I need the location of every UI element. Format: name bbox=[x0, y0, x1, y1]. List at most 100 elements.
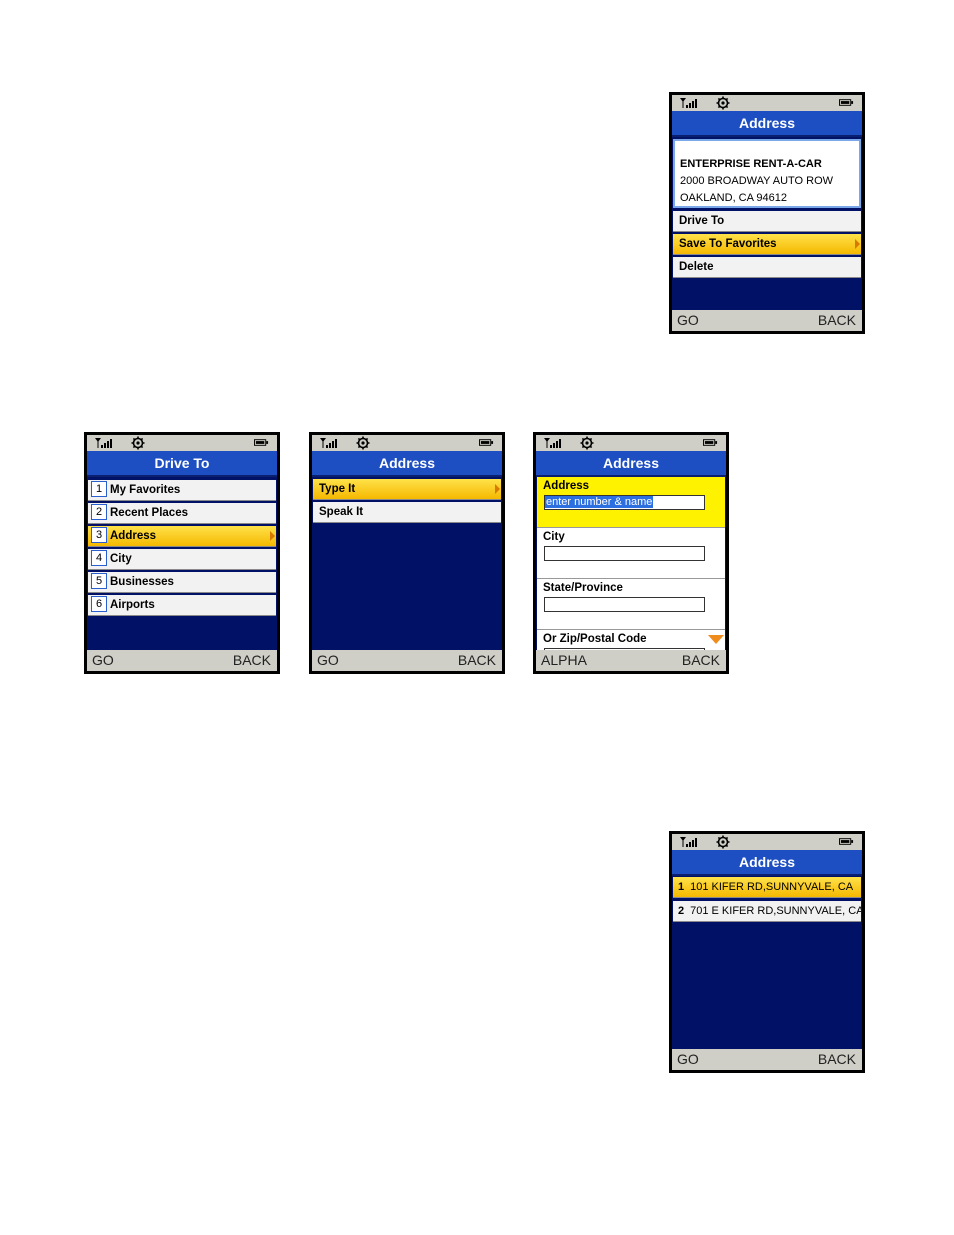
menu-item-speak-it[interactable]: Speak It bbox=[313, 502, 501, 523]
field-label: Address bbox=[543, 480, 590, 492]
scroll-down-icon[interactable] bbox=[708, 635, 724, 644]
screen-title: Address bbox=[672, 111, 862, 137]
address-field-group: Address enter number & name bbox=[537, 477, 725, 528]
softkey-bar: GO BACK bbox=[672, 1049, 862, 1070]
menu-item-label: My Favorites bbox=[110, 484, 181, 496]
battery-icon bbox=[839, 838, 854, 845]
back-softkey[interactable]: BACK bbox=[458, 652, 496, 668]
item-number: 4 bbox=[91, 549, 107, 566]
screen-body: Type It Speak It bbox=[312, 477, 502, 650]
back-softkey[interactable]: BACK bbox=[233, 652, 271, 668]
item-number: 5 bbox=[91, 572, 107, 589]
menu-item-label: City bbox=[110, 553, 132, 565]
battery-icon bbox=[839, 99, 854, 106]
address-line: OAKLAND, CA 94612 bbox=[680, 192, 788, 204]
battery-icon bbox=[254, 439, 269, 446]
menu-item-label: Type It bbox=[319, 483, 356, 495]
go-softkey[interactable]: GO bbox=[92, 652, 114, 668]
gear-icon bbox=[131, 436, 145, 450]
city-field-group: City bbox=[537, 528, 725, 579]
signal-icon bbox=[320, 438, 337, 448]
back-softkey[interactable]: BACK bbox=[818, 1051, 856, 1067]
chevron-right-icon bbox=[855, 239, 860, 249]
chevron-right-icon bbox=[495, 484, 500, 494]
battery-icon bbox=[703, 439, 718, 446]
status-bar bbox=[536, 435, 726, 451]
signal-icon bbox=[544, 438, 561, 448]
result-item[interactable]: 1 101 KIFER RD,SUNNYVALE, CA bbox=[673, 877, 861, 898]
phone-drive-to: Drive To 1 My Favorites 2 Recent Places 3A… bbox=[84, 432, 280, 674]
state-input[interactable] bbox=[544, 597, 705, 612]
city-input[interactable] bbox=[544, 546, 705, 561]
signal-icon bbox=[680, 98, 697, 108]
menu-item-label: Recent Places bbox=[110, 507, 188, 519]
signal-icon bbox=[95, 438, 112, 448]
back-softkey[interactable]: BACK bbox=[682, 652, 720, 668]
softkey-bar: GO BACK bbox=[87, 650, 277, 671]
alpha-softkey[interactable]: ALPHA bbox=[541, 652, 587, 668]
menu-item-recent-places[interactable]: 2 Recent Places bbox=[88, 503, 276, 524]
chevron-right-icon bbox=[270, 531, 275, 541]
softkey-bar: ALPHA BACK bbox=[536, 650, 726, 671]
menu-item-save-to-favorites[interactable]: Save To Favorites bbox=[673, 234, 861, 255]
zip-field-group: Or Zip/Postal Code bbox=[537, 630, 725, 650]
status-bar bbox=[672, 834, 862, 850]
screen-body: 1 My Favorites 2 Recent Places 3 Address 4C… bbox=[87, 477, 277, 650]
screen-body: Address enter number & name City State/P… bbox=[536, 477, 726, 650]
item-number: 3 bbox=[91, 526, 107, 543]
menu-item-my-favorites[interactable]: 1 My Favorites bbox=[88, 480, 276, 501]
status-bar bbox=[672, 95, 862, 111]
screen-body: 1 101 KIFER RD,SUNNYVALE, CA 2 701 E KIFER… bbox=[672, 876, 862, 1049]
result-number: 2 bbox=[678, 905, 685, 917]
field-label: Or Zip/Postal Code bbox=[543, 633, 647, 645]
screen-body: ENTERPRISE RENT-A-CAR 2000 BROADWAY AUTO… bbox=[672, 137, 862, 310]
gear-icon bbox=[716, 835, 730, 849]
item-number: 2 bbox=[91, 503, 107, 520]
address-line: ENTERPRISE RENT-A-CAR bbox=[680, 158, 822, 170]
menu-item-label: Address bbox=[110, 530, 157, 542]
go-softkey[interactable]: GO bbox=[677, 1051, 699, 1067]
phone-address-detail: Address ENTERPRISE RENT-A-CAR 2000 BROAD… bbox=[669, 92, 865, 334]
softkey-bar: GO BACK bbox=[672, 310, 862, 331]
status-bar bbox=[312, 435, 502, 451]
signal-icon bbox=[680, 837, 697, 847]
address-input[interactable]: enter number & name bbox=[544, 495, 705, 510]
gear-icon bbox=[356, 436, 370, 450]
menu-item-label: Airports bbox=[110, 599, 155, 611]
gear-icon bbox=[580, 436, 594, 450]
menu-item-businesses[interactable]: 5 Businesses bbox=[88, 572, 276, 593]
go-softkey[interactable]: GO bbox=[317, 652, 339, 668]
menu-item-airports[interactable]: 6 Airports bbox=[88, 595, 276, 616]
address-card: ENTERPRISE RENT-A-CAR 2000 BROADWAY AUTO… bbox=[673, 139, 861, 208]
menu-item-label: Businesses bbox=[110, 576, 174, 588]
screen-title: Address bbox=[312, 451, 502, 477]
softkey-bar: GO BACK bbox=[312, 650, 502, 671]
screen-title: Address bbox=[672, 850, 862, 876]
menu-item-address[interactable]: 3 Address bbox=[88, 526, 276, 547]
status-bar bbox=[87, 435, 277, 451]
state-field-group: State/Province bbox=[537, 579, 725, 630]
item-number: 6 bbox=[91, 595, 107, 612]
screen-title: Drive To bbox=[87, 451, 277, 477]
result-text: 101 KIFER RD,SUNNYVALE, CA bbox=[690, 881, 854, 893]
field-label: State/Province bbox=[543, 582, 623, 594]
phone-address-input-method: Address Type It Speak It GO BACK bbox=[309, 432, 505, 674]
menu-item-label: Save To Favorites bbox=[679, 238, 777, 250]
phone-address-form: Address Address enter number & name City… bbox=[533, 432, 729, 674]
menu-item-drive-to[interactable]: Drive To bbox=[673, 211, 861, 232]
result-text: 701 E KIFER RD,SUNNYVALE, CA bbox=[690, 905, 861, 917]
back-softkey[interactable]: BACK bbox=[818, 312, 856, 328]
menu-item-city[interactable]: 4 City bbox=[88, 549, 276, 570]
menu-item-delete[interactable]: Delete bbox=[673, 257, 861, 278]
address-placeholder: enter number & name bbox=[545, 496, 654, 508]
menu-item-type-it[interactable]: Type It bbox=[313, 479, 501, 500]
phone-address-results: Address 1 101 KIFER RD,SUNNYVALE, CA 2 701… bbox=[669, 831, 865, 1073]
go-softkey[interactable]: GO bbox=[677, 312, 699, 328]
result-number: 1 bbox=[678, 881, 685, 893]
battery-icon bbox=[479, 439, 494, 446]
item-number: 1 bbox=[91, 480, 107, 497]
screen-title: Address bbox=[536, 451, 726, 477]
result-item[interactable]: 2 701 E KIFER RD,SUNNYVALE, CA bbox=[673, 901, 861, 922]
address-line: 2000 BROADWAY AUTO ROW bbox=[680, 175, 834, 187]
gear-icon bbox=[716, 96, 730, 110]
